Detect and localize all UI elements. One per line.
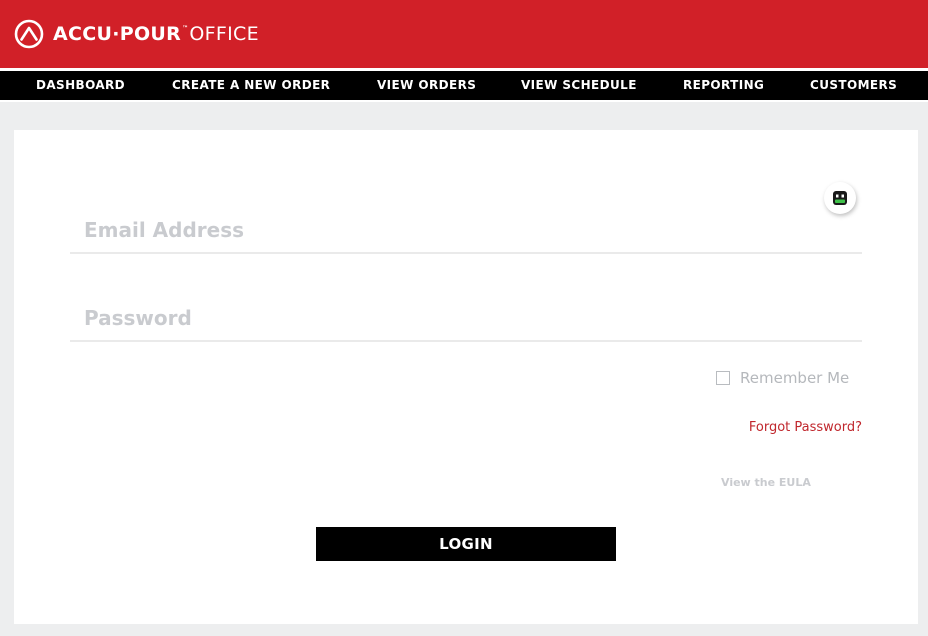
nav-item-view-schedule[interactable]: VIEW SCHEDULE bbox=[521, 71, 637, 100]
email-field bbox=[70, 208, 862, 254]
app-logo[interactable]: ACCU·POUR ™ OFFICE bbox=[14, 18, 259, 50]
app-header: ACCU·POUR ™ OFFICE bbox=[0, 0, 928, 68]
remember-me-checkbox[interactable] bbox=[716, 371, 730, 385]
app-title: ACCU·POUR ™ OFFICE bbox=[53, 23, 259, 45]
robot-icon bbox=[833, 191, 847, 205]
forgot-password-link[interactable]: Forgot Password? bbox=[749, 420, 862, 435]
nav-divider bbox=[0, 100, 928, 102]
password-input[interactable] bbox=[70, 296, 862, 340]
email-input[interactable] bbox=[70, 208, 862, 252]
nav-item-view-orders[interactable]: VIEW ORDERS bbox=[377, 71, 476, 100]
view-eula-link[interactable]: View the EULA bbox=[721, 476, 811, 489]
trademark-symbol: ™ bbox=[182, 25, 189, 32]
login-button[interactable]: LOGIN bbox=[316, 527, 616, 561]
nav-item-reporting[interactable]: REPORTING bbox=[683, 71, 764, 100]
product-name: OFFICE bbox=[189, 23, 259, 45]
main-nav: DASHBOARD CREATE A NEW ORDER VIEW ORDERS… bbox=[0, 71, 928, 100]
accu-pour-logo-icon bbox=[14, 19, 44, 49]
remember-me-label[interactable]: Remember Me bbox=[740, 369, 849, 387]
password-field bbox=[70, 296, 862, 342]
login-card: Remember Me Forgot Password? View the EU… bbox=[14, 130, 918, 624]
nav-item-customers[interactable]: CUSTOMERS bbox=[810, 71, 897, 100]
nav-item-create-new-order[interactable]: CREATE A NEW ORDER bbox=[172, 71, 330, 100]
remember-me[interactable]: Remember Me bbox=[716, 368, 849, 388]
brand-name: ACCU·POUR bbox=[53, 23, 182, 45]
nav-item-dashboard[interactable]: DASHBOARD bbox=[36, 71, 125, 100]
